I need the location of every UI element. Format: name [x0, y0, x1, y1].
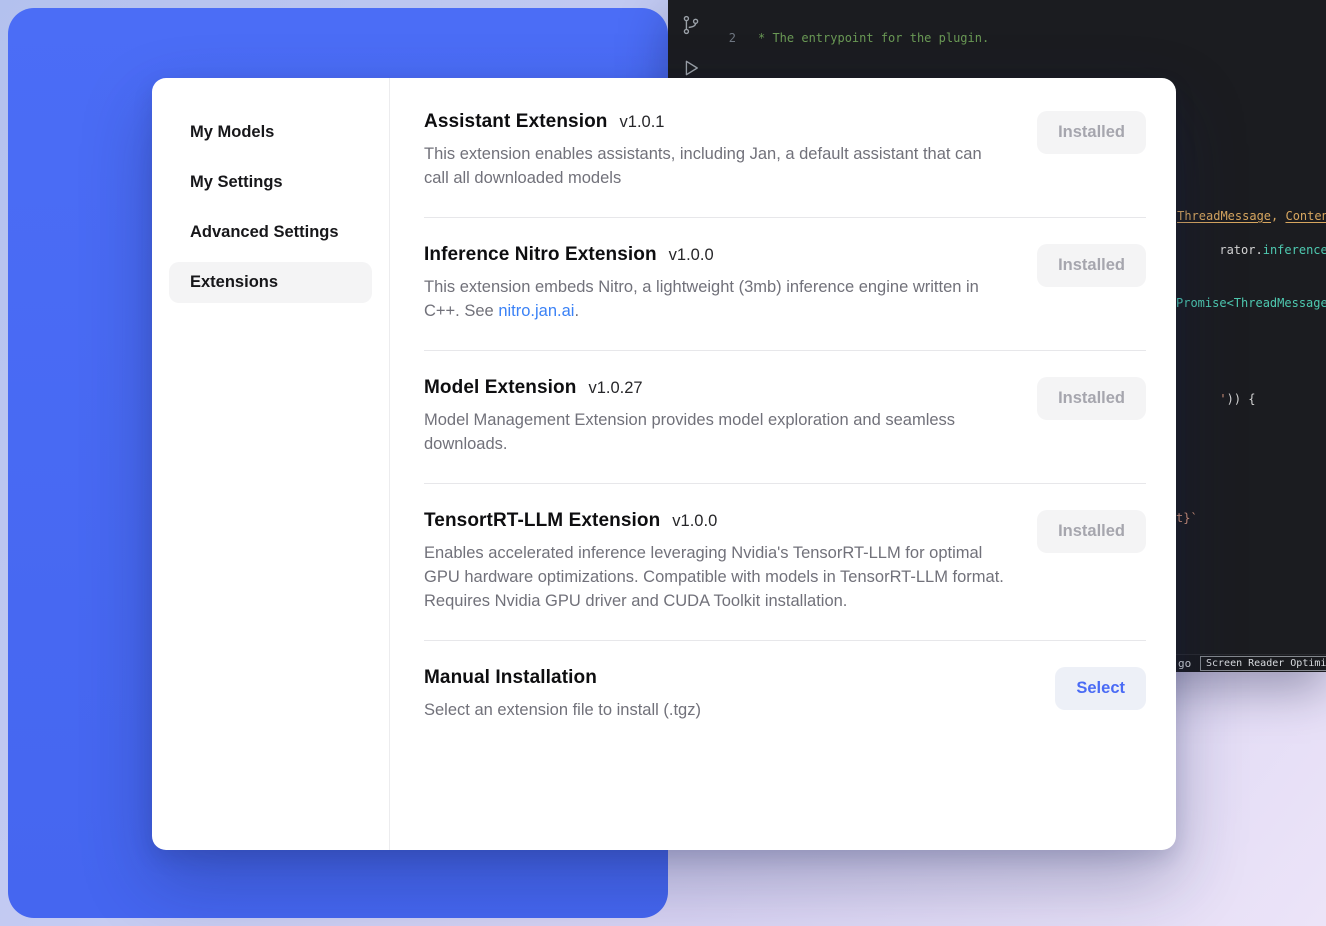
nitro-jan-ai-link[interactable]: nitro.jan.ai — [498, 302, 574, 320]
extension-info: Model Extension v1.0.27 Model Management… — [424, 377, 1009, 456]
status-bar-text: go — [1178, 657, 1191, 670]
extension-version: v1.0.0 — [672, 512, 717, 531]
extension-row-model: Model Extension v1.0.27 Model Management… — [424, 351, 1146, 483]
extension-title-row: Assistant Extension v1.0.1 — [424, 111, 1009, 133]
sidebar-item-extensions[interactable]: Extensions — [169, 262, 372, 303]
extension-title-row: Inference Nitro Extension v1.0.0 — [424, 244, 1009, 266]
extensions-panel: Assistant Extension v1.0.1 This extensio… — [390, 78, 1176, 850]
code-line: 2 * The entrypoint for the plugin. — [714, 30, 1326, 47]
sidebar-item-my-settings[interactable]: My Settings — [169, 162, 372, 203]
extension-name: Inference Nitro Extension — [424, 244, 657, 266]
extension-title-row: Model Extension v1.0.27 — [424, 377, 1009, 399]
extension-info: Manual Installation Select an extension … — [424, 667, 701, 722]
manual-installation-row: Manual Installation Select an extension … — [424, 641, 1146, 749]
code-fragment: rator.inference(data)); — [1176, 229, 1326, 271]
screen-reader-optimized-button[interactable]: Screen Reader Optimized — [1200, 656, 1326, 671]
select-button[interactable]: Select — [1055, 667, 1146, 710]
manual-installation-title: Manual Installation — [424, 667, 597, 689]
extension-description: Model Management Extension provides mode… — [424, 408, 1009, 456]
code-fragment: Promise<ThreadMessage> — [1176, 296, 1326, 310]
installed-button[interactable]: Installed — [1037, 244, 1146, 287]
installed-button[interactable]: Installed — [1037, 510, 1146, 553]
extension-name: TensortRT-LLM Extension — [424, 510, 660, 532]
code-string: ' — [1219, 392, 1226, 406]
page-background: 2 * The entrypoint for the plugin. 3 */ … — [0, 0, 1326, 926]
extension-name: Assistant Extension — [424, 111, 608, 133]
extension-description: Enables accelerated inference leveraging… — [424, 541, 1009, 613]
extension-description: This extension enables assistants, inclu… — [424, 142, 1009, 190]
sidebar-item-my-models[interactable]: My Models — [169, 112, 372, 153]
code-fragment: t}` — [1176, 511, 1198, 525]
code-method: inference — [1263, 243, 1326, 257]
source-control-icon[interactable] — [680, 14, 702, 36]
code-text: rator. — [1219, 243, 1262, 257]
extension-info: Inference Nitro Extension v1.0.0 This ex… — [424, 244, 1009, 323]
extension-version: v1.0.0 — [669, 246, 714, 265]
installed-button[interactable]: Installed — [1037, 111, 1146, 154]
extension-title-row: TensortRT-LLM Extension v1.0.0 — [424, 510, 1009, 532]
code-text: )) { — [1227, 392, 1256, 406]
code-fragment: ')) { — [1176, 378, 1256, 420]
extension-row-tensorrt-llm: TensortRT-LLM Extension v1.0.0 Enables a… — [424, 484, 1146, 640]
manual-installation-description: Select an extension file to install (.tg… — [424, 698, 701, 722]
extension-title-row: Manual Installation — [424, 667, 701, 689]
line-number: 2 — [714, 30, 736, 47]
sidebar-item-advanced-settings[interactable]: Advanced Settings — [169, 212, 372, 253]
extension-row-assistant: Assistant Extension v1.0.1 This extensio… — [424, 85, 1146, 217]
extension-version: v1.0.27 — [588, 379, 642, 398]
description-text: . — [574, 302, 579, 320]
extension-name: Model Extension — [424, 377, 576, 399]
settings-sidebar: My Models My Settings Advanced Settings … — [152, 78, 390, 850]
extension-description: This extension embeds Nitro, a lightweig… — [424, 275, 1009, 323]
extension-version: v1.0.1 — [620, 113, 665, 132]
code-comment: * The entrypoint for the plugin. — [758, 30, 989, 47]
installed-button[interactable]: Installed — [1037, 377, 1146, 420]
extension-row-inference-nitro: Inference Nitro Extension v1.0.0 This ex… — [424, 218, 1146, 350]
settings-modal: My Models My Settings Advanced Settings … — [152, 78, 1176, 850]
run-debug-icon[interactable] — [681, 58, 701, 78]
extension-info: Assistant Extension v1.0.1 This extensio… — [424, 111, 1009, 190]
extension-info: TensortRT-LLM Extension v1.0.0 Enables a… — [424, 510, 1009, 613]
